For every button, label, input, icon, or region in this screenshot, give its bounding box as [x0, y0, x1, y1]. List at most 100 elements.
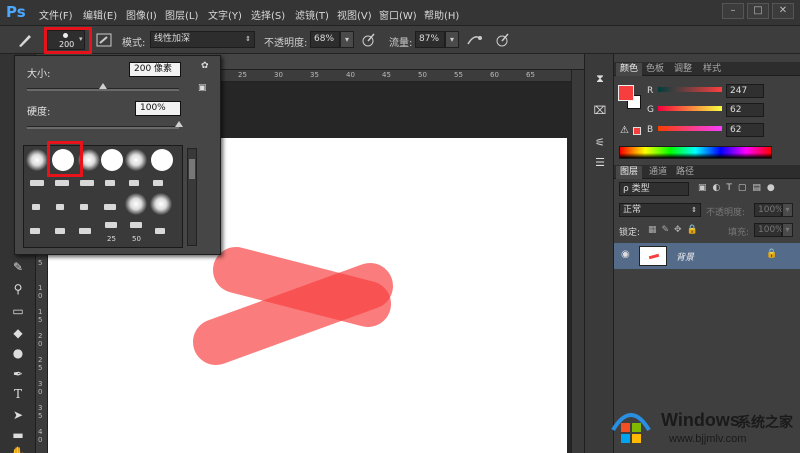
tab-swatches[interactable]: 色板: [642, 63, 668, 76]
ruler-tick-label: 2 0: [38, 332, 43, 348]
brush-preset-soft[interactable]: [26, 149, 48, 171]
maximize-button[interactable]: □: [747, 3, 769, 19]
menu-edit[interactable]: 编辑(E): [83, 7, 117, 22]
scroll-thumb[interactable]: [189, 159, 195, 179]
brush-preset-tip[interactable]: [105, 180, 115, 186]
brush-preset-panel: 大小: 200 像素 ✿ ▣ 硬度: 100% 25 50: [14, 55, 221, 255]
brush-preset-tip[interactable]: [30, 228, 40, 234]
layer-opacity-input[interactable]: 100%: [754, 203, 784, 217]
brush-preset-soft[interactable]: [125, 193, 147, 215]
layer-filter-icons[interactable]: ▣◐T▢▤●: [698, 183, 781, 193]
brush-preset-tip[interactable]: [55, 228, 65, 234]
ruler-tick-label: 4 0: [38, 428, 43, 444]
airbrush-icon[interactable]: [466, 32, 484, 48]
hardness-slider-thumb[interactable]: [175, 121, 183, 127]
layer-name[interactable]: 背景: [676, 250, 694, 263]
select-arrows-icon: ⇕: [245, 35, 251, 43]
brush-preset-tip[interactable]: [55, 180, 69, 186]
brush-tool-button[interactable]: ✎: [9, 258, 27, 276]
menu-file[interactable]: 文件(F): [39, 7, 73, 22]
red-value-input[interactable]: 247: [726, 84, 764, 98]
brush-preset-tip[interactable]: [130, 222, 142, 228]
path-select-tool-button[interactable]: ➤: [9, 406, 27, 424]
menu-image[interactable]: 图像(I): [126, 7, 157, 22]
vertical-scrollbar[interactable]: [571, 70, 584, 453]
size-input[interactable]: 200 像素: [129, 62, 181, 77]
blur-tool-button[interactable]: ◆: [9, 324, 27, 342]
brush-preset-hard[interactable]: [101, 149, 123, 171]
tab-adjustments[interactable]: 调整: [670, 63, 696, 76]
flow-dropdown-icon[interactable]: ▾: [445, 31, 459, 48]
layer-row-background[interactable]: ◉ 背景 🔒: [614, 243, 800, 269]
menu-filter[interactable]: 滤镜(T): [295, 7, 329, 22]
menu-help[interactable]: 帮助(H): [424, 7, 459, 22]
brush-preset-tip[interactable]: [104, 204, 116, 210]
pressure-size-icon[interactable]: [494, 32, 510, 48]
properties-icon[interactable]: ☰: [592, 156, 608, 170]
shape-tool-button[interactable]: ▬: [9, 426, 27, 444]
opacity-dropdown-icon[interactable]: ▾: [340, 31, 354, 48]
color-spectrum-bar[interactable]: [619, 146, 772, 159]
foreground-color-swatch[interactable]: [618, 85, 634, 101]
close-button[interactable]: ✕: [772, 3, 794, 19]
new-preset-icon[interactable]: ▣: [198, 83, 207, 93]
tab-channels[interactable]: 通道: [645, 166, 671, 179]
layer-opacity-dropdown-icon[interactable]: ▾: [782, 203, 793, 217]
brush-preset-tip[interactable]: [153, 180, 163, 186]
tab-styles[interactable]: 样式: [699, 63, 725, 76]
brush-preset-hard[interactable]: [151, 149, 173, 171]
fill-dropdown-icon[interactable]: ▾: [782, 223, 793, 237]
layer-filter-select[interactable]: ρ 类型: [619, 182, 689, 196]
green-slider[interactable]: [658, 106, 722, 111]
type-tool-button[interactable]: T: [9, 385, 27, 403]
tab-layers[interactable]: 图层: [616, 166, 643, 179]
blend-mode-select[interactable]: 线性加深 ⇕: [150, 31, 255, 48]
green-value-input[interactable]: 62: [726, 103, 764, 117]
brush-preset-tip[interactable]: [30, 180, 44, 186]
menu-type[interactable]: 文字(Y): [208, 7, 242, 22]
hardness-slider[interactable]: [27, 126, 179, 129]
menu-select[interactable]: 选择(S): [251, 7, 285, 22]
brush-settings-icon[interactable]: ⚟: [592, 136, 608, 150]
opacity-input[interactable]: 68%: [310, 31, 340, 48]
brush-panel-toggle-icon[interactable]: [96, 32, 112, 48]
hand-tool-button[interactable]: ✋: [9, 444, 27, 453]
brush-grid-scrollbar[interactable]: [187, 148, 197, 246]
blue-slider[interactable]: [658, 126, 722, 131]
stamp-tool-button[interactable]: ⚲: [9, 280, 27, 298]
history-icon[interactable]: ⧗: [592, 72, 608, 86]
menu-layer[interactable]: 图层(L): [165, 7, 198, 22]
brush-preset-tip[interactable]: [80, 204, 88, 210]
brush-tool-icon[interactable]: [16, 32, 34, 48]
gamut-color-swatch[interactable]: [633, 127, 641, 135]
brush-preset-soft[interactable]: [125, 149, 147, 171]
menu-window[interactable]: 窗口(W): [379, 7, 417, 22]
size-slider-thumb[interactable]: [99, 83, 107, 89]
menu-view[interactable]: 视图(V): [337, 7, 372, 22]
fill-input[interactable]: 100%: [754, 223, 784, 237]
brush-preset-tip[interactable]: [129, 180, 139, 186]
blue-value-input[interactable]: 62: [726, 123, 764, 137]
pen-tool-button[interactable]: ✒: [9, 365, 27, 383]
gradient-tool-button[interactable]: ▭: [9, 302, 27, 320]
brush-preset-soft[interactable]: [150, 193, 172, 215]
brush-preset-tip[interactable]: [80, 180, 94, 186]
tab-paths[interactable]: 路径: [672, 166, 698, 179]
gear-icon[interactable]: ✿: [201, 61, 209, 71]
brush-preset-tip[interactable]: [56, 204, 64, 210]
lock-icons[interactable]: ▦✎✥🔒: [648, 225, 703, 235]
dodge-tool-button[interactable]: ●: [9, 344, 27, 362]
pressure-opacity-icon[interactable]: [360, 32, 376, 48]
layer-blend-mode-select[interactable]: 正常 ⇕: [619, 203, 701, 217]
tab-color[interactable]: 颜色: [616, 63, 643, 76]
brush-preset-tip[interactable]: [32, 204, 40, 210]
flow-input[interactable]: 87%: [415, 31, 445, 48]
hardness-input[interactable]: 100%: [135, 101, 181, 116]
visibility-eye-icon[interactable]: ◉: [621, 249, 630, 260]
red-slider[interactable]: [658, 87, 722, 92]
brush-preset-tip[interactable]: [155, 228, 165, 234]
brush-preset-tip[interactable]: [79, 228, 91, 234]
minimize-button[interactable]: –: [722, 3, 744, 19]
brush-preset-tip[interactable]: [105, 222, 117, 228]
character-icon[interactable]: ⌧: [592, 104, 608, 118]
